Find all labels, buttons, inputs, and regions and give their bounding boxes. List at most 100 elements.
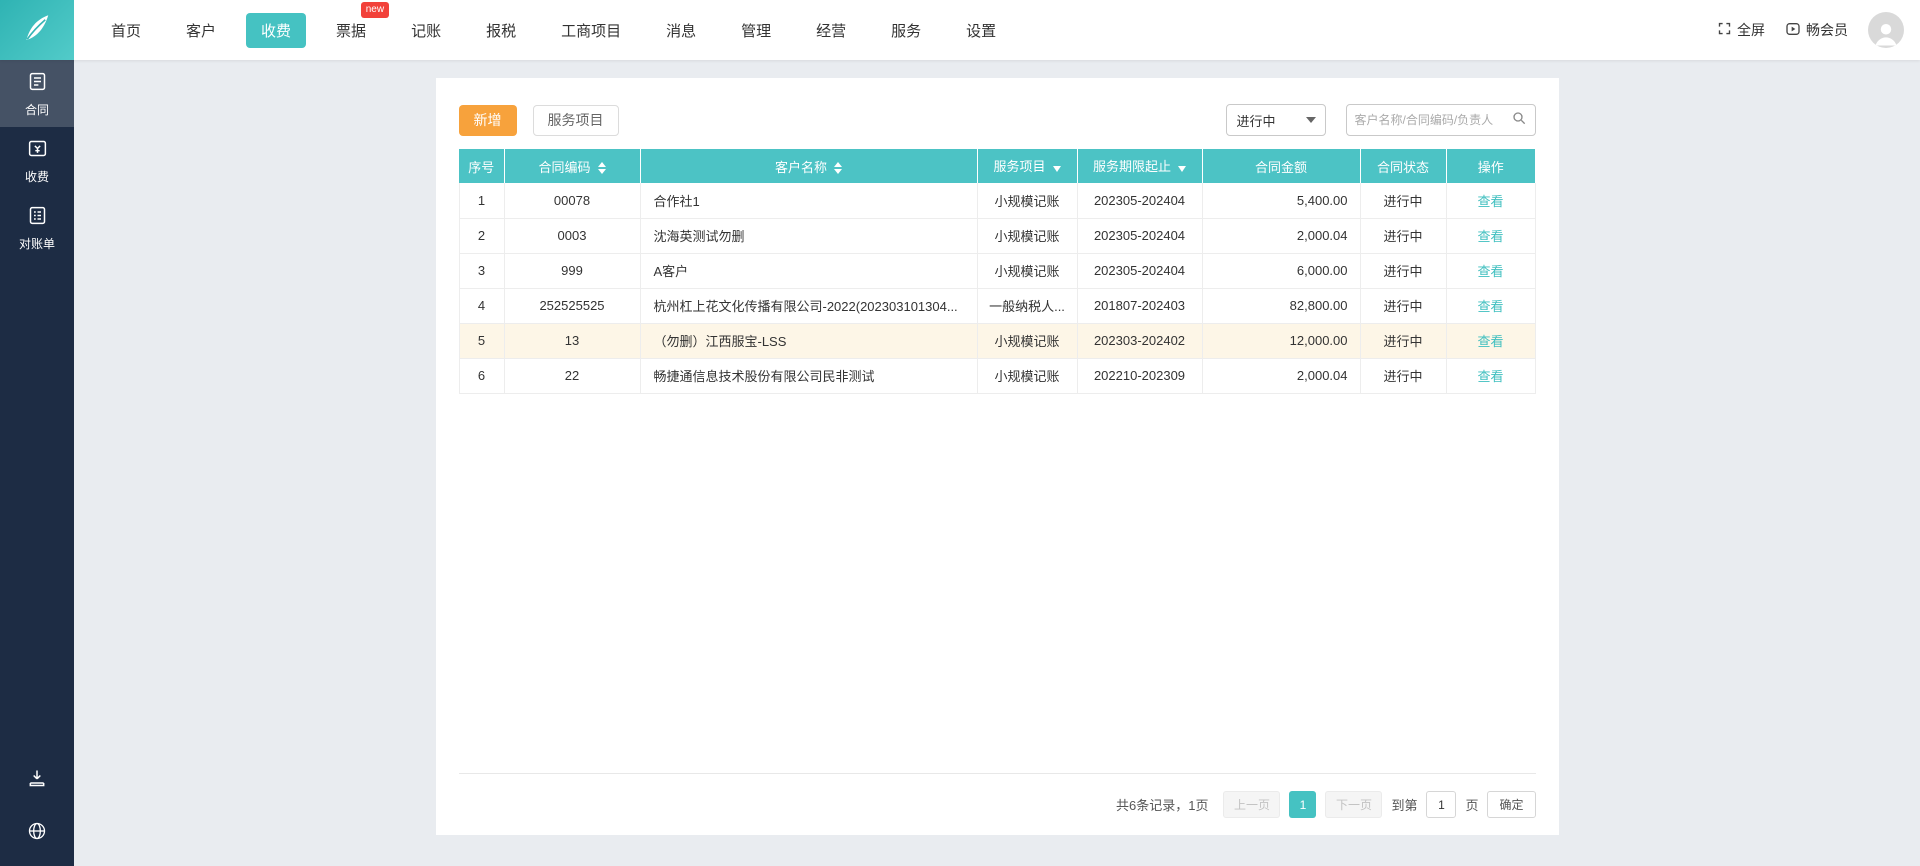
play-circle-icon	[1785, 21, 1801, 40]
nav-item-operations[interactable]: 经营	[801, 13, 861, 48]
table-row[interactable]: 1 00078 合作社1 小规模记账 202305-202404 5,400.0…	[458, 183, 1536, 219]
header-actions: 操作	[1446, 149, 1535, 183]
view-link[interactable]: 查看	[1477, 194, 1503, 209]
cell-contract-code: 22	[503, 358, 641, 394]
cell-customer-name: 杭州杠上花文化传播有限公司-2022(202303101304...	[639, 288, 978, 324]
sort-icon	[834, 162, 842, 175]
download-icon[interactable]	[27, 768, 47, 793]
cell-actions: 查看	[1445, 218, 1536, 254]
header-seq: 序号	[459, 149, 505, 183]
prev-page-button[interactable]: 上一页	[1223, 791, 1281, 818]
nav-label: 报税	[486, 22, 517, 40]
nav-item-customers[interactable]: 客户	[171, 13, 231, 48]
cell-service-item: 小规模记账	[976, 253, 1078, 289]
header-contract-status: 合同状态	[1360, 149, 1447, 183]
confirm-button[interactable]: 确定	[1487, 791, 1536, 818]
toolbar: 新增 服务项目 进行中	[458, 104, 1536, 136]
cell-contract-status: 进行中	[1359, 358, 1447, 394]
sidebar-item-contracts[interactable]: 合同	[0, 60, 74, 127]
new-badge: new	[360, 1, 390, 18]
nav-item-business-projects[interactable]: 工商项目	[546, 13, 636, 48]
nav-item-tax[interactable]: 报税	[471, 13, 531, 48]
cell-contract-code: 0003	[503, 218, 641, 254]
search-icon[interactable]	[1511, 110, 1527, 131]
goto-page-input[interactable]	[1426, 791, 1457, 818]
next-page-button[interactable]: 下一页	[1325, 791, 1383, 818]
nav-item-messages[interactable]: 消息	[651, 13, 711, 48]
sidebar-item-statements[interactable]: 对账单	[0, 194, 74, 261]
globe-icon[interactable]	[27, 821, 47, 846]
nav-label: 消息	[666, 22, 697, 40]
cell-customer-name: （勿删）江西服宝-LSS	[639, 323, 978, 359]
top-bar: 首页 客户 收费 票据 new 记账 报税 工商项目 消息 管理 经营 服务 设…	[0, 0, 1920, 60]
table-row[interactable]: 4 252525525 杭州杠上花文化传播有限公司-2022(202303101…	[458, 288, 1536, 324]
nav-item-fees[interactable]: 收费	[246, 12, 307, 48]
header-label: 合同金额	[1254, 159, 1307, 175]
cell-contract-amount: 12,000.00	[1201, 323, 1361, 359]
nav-label: 服务	[891, 22, 922, 40]
current-page-button[interactable]: 1	[1289, 791, 1317, 818]
nav-label: 经营	[816, 22, 847, 40]
view-link[interactable]: 查看	[1477, 264, 1503, 279]
nav-item-settings[interactable]: 设置	[951, 13, 1011, 48]
add-button[interactable]: 新增	[458, 104, 517, 136]
cell-customer-name: 畅捷通信息技术股份有限公司民非测试	[639, 358, 978, 394]
nav-label: 工商项目	[561, 22, 622, 40]
header-customer-name[interactable]: 客户名称	[640, 149, 978, 183]
person-icon	[1875, 24, 1897, 46]
sidebar-item-label: 对账单	[18, 237, 55, 251]
table-row[interactable]: 2 0003 沈海英测试勿删 小规模记账 202305-202404 2,000…	[458, 218, 1536, 254]
cell-service-period: 201807-202403	[1076, 288, 1203, 324]
status-filter-select[interactable]: 进行中	[1225, 104, 1326, 136]
record-count-summary: 共6条记录，1页	[1115, 798, 1209, 813]
sidebar-bottom	[0, 768, 74, 866]
content-panel: 新增 服务项目 进行中 客户名称/合同编码/负责人 序号 合同编码 客户名称 服…	[435, 78, 1559, 835]
nav-label: 设置	[966, 22, 997, 40]
cell-contract-status: 进行中	[1359, 183, 1447, 219]
nav-label: 客户	[186, 22, 217, 40]
cell-actions: 查看	[1445, 358, 1536, 394]
nav-item-invoices[interactable]: 票据 new	[321, 1, 390, 48]
nav-item-services[interactable]: 服务	[876, 13, 936, 48]
nav-item-home[interactable]: 首页	[96, 13, 156, 48]
header-label: 服务项目	[993, 159, 1046, 175]
view-link[interactable]: 查看	[1477, 369, 1503, 384]
user-avatar[interactable]	[1868, 12, 1904, 48]
table-body: 1 00078 合作社1 小规模记账 202305-202404 5,400.0…	[458, 183, 1536, 394]
fullscreen-icon	[1717, 21, 1732, 39]
cell-service-item: 小规模记账	[976, 218, 1078, 254]
cell-seq: 5	[458, 323, 505, 359]
header-contract-code[interactable]: 合同编码	[504, 149, 641, 183]
leaf-icon	[19, 10, 55, 51]
nav-item-bookkeeping[interactable]: 记账	[396, 13, 456, 48]
cell-customer-name: A客户	[639, 253, 978, 289]
nav-item-management[interactable]: 管理	[726, 13, 786, 48]
cell-service-period: 202210-202309	[1076, 358, 1203, 394]
header-contract-amount: 合同金额	[1202, 149, 1361, 183]
table-row[interactable]: 6 22 畅捷通信息技术股份有限公司民非测试 小规模记账 202210-2023…	[458, 358, 1536, 394]
table-row[interactable]: 5 13 （勿删）江西服宝-LSS 小规模记账 202303-202402 12…	[458, 323, 1536, 359]
goto-suffix-label: 页	[1465, 798, 1479, 813]
view-link[interactable]: 查看	[1477, 334, 1503, 349]
cell-contract-code: 00078	[503, 183, 641, 219]
fullscreen-label: 全屏	[1737, 22, 1765, 38]
member-button[interactable]: 畅会员	[1785, 20, 1848, 40]
header-service-period[interactable]: 服务期限起止	[1077, 149, 1203, 183]
fullscreen-button[interactable]: 全屏	[1717, 20, 1765, 40]
header-service-item[interactable]: 服务项目	[977, 149, 1078, 183]
view-link[interactable]: 查看	[1477, 299, 1503, 314]
service-items-button[interactable]: 服务项目	[532, 104, 619, 136]
sidebar-item-label: 收费	[24, 170, 49, 184]
view-link[interactable]: 查看	[1477, 229, 1503, 244]
cell-customer-name: 合作社1	[639, 183, 978, 219]
search-input[interactable]	[1354, 113, 1511, 127]
cell-service-period: 202305-202404	[1076, 183, 1203, 219]
header-label: 合同编码	[538, 159, 591, 175]
cell-actions: 查看	[1445, 288, 1536, 324]
app-logo[interactable]	[0, 0, 74, 60]
table-row[interactable]: 3 999 A客户 小规模记账 202305-202404 6,000.00 进…	[458, 253, 1536, 289]
sidebar-item-fees[interactable]: 收费	[0, 127, 74, 194]
sidebar: 合同 收费 对账单	[0, 60, 74, 866]
cell-actions: 查看	[1445, 323, 1536, 359]
cell-service-item: 小规模记账	[976, 183, 1078, 219]
